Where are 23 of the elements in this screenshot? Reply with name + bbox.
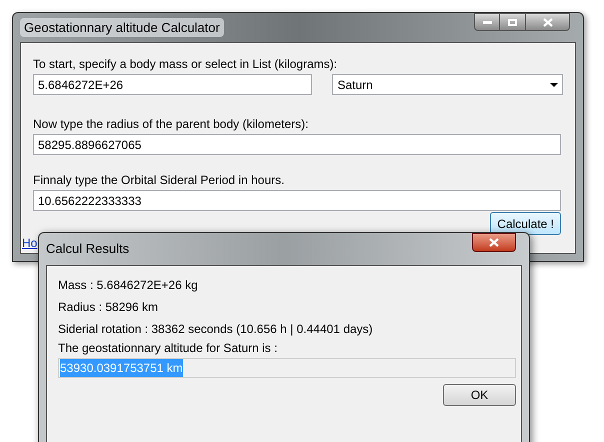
field-label: To start, specify a body mass or select in List (kilograms): [33, 57, 338, 71]
close-button[interactable] [472, 233, 516, 252]
window-title: Geostationnary altitude Calculator [20, 18, 224, 38]
caret-icon [550, 82, 558, 86]
result-text: Siderial rotation : 38362 seconds (10.656 h | 0.44401 days) [58, 322, 374, 336]
radius-field[interactable]: 58295.8896627065 [33, 134, 561, 155]
ok-button[interactable]: OK [443, 384, 516, 406]
close-icon [542, 18, 552, 26]
field-label: Finnaly type the Orbital Sideral Period in hours. [33, 173, 286, 187]
close-button[interactable] [526, 13, 570, 31]
maximize-button[interactable] [500, 13, 526, 31]
field-label: Now type the radius of the parent body (kilometers): [33, 117, 310, 131]
result-text: Radius : 58296 km [58, 300, 160, 314]
dialog-title: Calcul Results [46, 240, 130, 258]
close-icon [489, 238, 499, 247]
minimize-button[interactable] [474, 13, 500, 31]
body-dropdown[interactable]: Saturn [332, 74, 563, 95]
result-text: Mass : 5.6846272E+26 kg [58, 278, 199, 292]
help-link[interactable]: Ho [22, 234, 38, 252]
result-text: The geostationnary altitude for Saturn is : [58, 341, 278, 355]
period-field[interactable]: 10.6562222333333 [33, 190, 561, 211]
calculate-button[interactable]: Calculate ! [490, 212, 561, 235]
mass-field[interactable]: 5.6846272E+26 [33, 74, 312, 95]
